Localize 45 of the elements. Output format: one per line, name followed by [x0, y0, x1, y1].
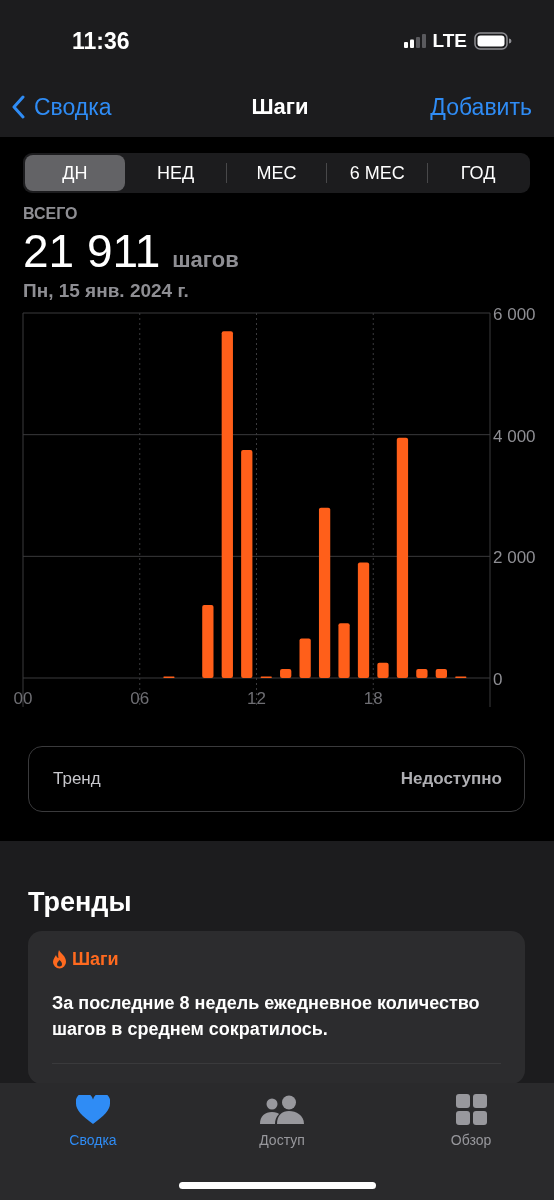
bar [377, 662, 389, 678]
signal-icon [403, 34, 426, 48]
trend-label: Тренд [53, 769, 101, 789]
status-time: 11:36 [72, 27, 130, 55]
axis-label: 06 [130, 689, 150, 707]
bar [280, 668, 292, 678]
trend-card[interactable]: Шаги За последние 8 недель ежедневное количество шагов в среднем сократилось. [28, 931, 525, 1084]
unit-label: шагов [172, 247, 239, 273]
heart-icon [76, 1094, 110, 1125]
tab-item[interactable]: Сводка [58, 1093, 128, 1148]
section-title: Тренды [28, 887, 133, 918]
flame-icon [52, 950, 67, 969]
chevron-icon [12, 95, 26, 119]
date-label: Пн, 15 янв. 2024 г. [23, 280, 190, 302]
period-tab[interactable]: МЕС [226, 155, 327, 191]
period-tab[interactable]: ДН [25, 155, 125, 191]
tab-item[interactable]: Доступ [247, 1093, 317, 1148]
axis-label: 0 [493, 670, 503, 689]
trend-description: За последние 8 недель ежедневное количество шагов в среднем сократилось. [52, 992, 481, 1041]
axis-label: 12 [247, 689, 266, 707]
bar [435, 668, 447, 678]
card-category: Шаги [72, 949, 119, 970]
total-value: 21 911 [23, 224, 161, 278]
bar [299, 638, 311, 678]
network-label: LTE [432, 30, 467, 52]
period-tab[interactable]: 6 МЕС [327, 155, 428, 191]
people-icon [260, 1094, 304, 1125]
period-tab[interactable]: ГОД [428, 155, 528, 191]
battery-icon [474, 32, 512, 50]
axis-label: 00 [13, 689, 33, 707]
total-caption: ВСЕГО [23, 205, 79, 223]
page-title: Шаги [251, 94, 309, 120]
axis-label: 6 000 [493, 305, 536, 324]
axis-label: 4 000 [493, 426, 536, 446]
bar [338, 623, 350, 678]
grid-icon [455, 1094, 487, 1125]
back-button[interactable]: Сводка [12, 93, 112, 121]
add-button[interactable]: Добавить [430, 93, 532, 121]
trend-value: Недоступно [400, 769, 502, 789]
axis-label: 18 [363, 689, 383, 707]
period-tab[interactable]: НЕД [125, 155, 226, 191]
trend-row[interactable]: Тренд Недоступно [28, 746, 525, 812]
axis-label: 2 000 [493, 548, 536, 568]
bar [416, 668, 428, 678]
tab-item[interactable]: Обзор [436, 1093, 506, 1148]
